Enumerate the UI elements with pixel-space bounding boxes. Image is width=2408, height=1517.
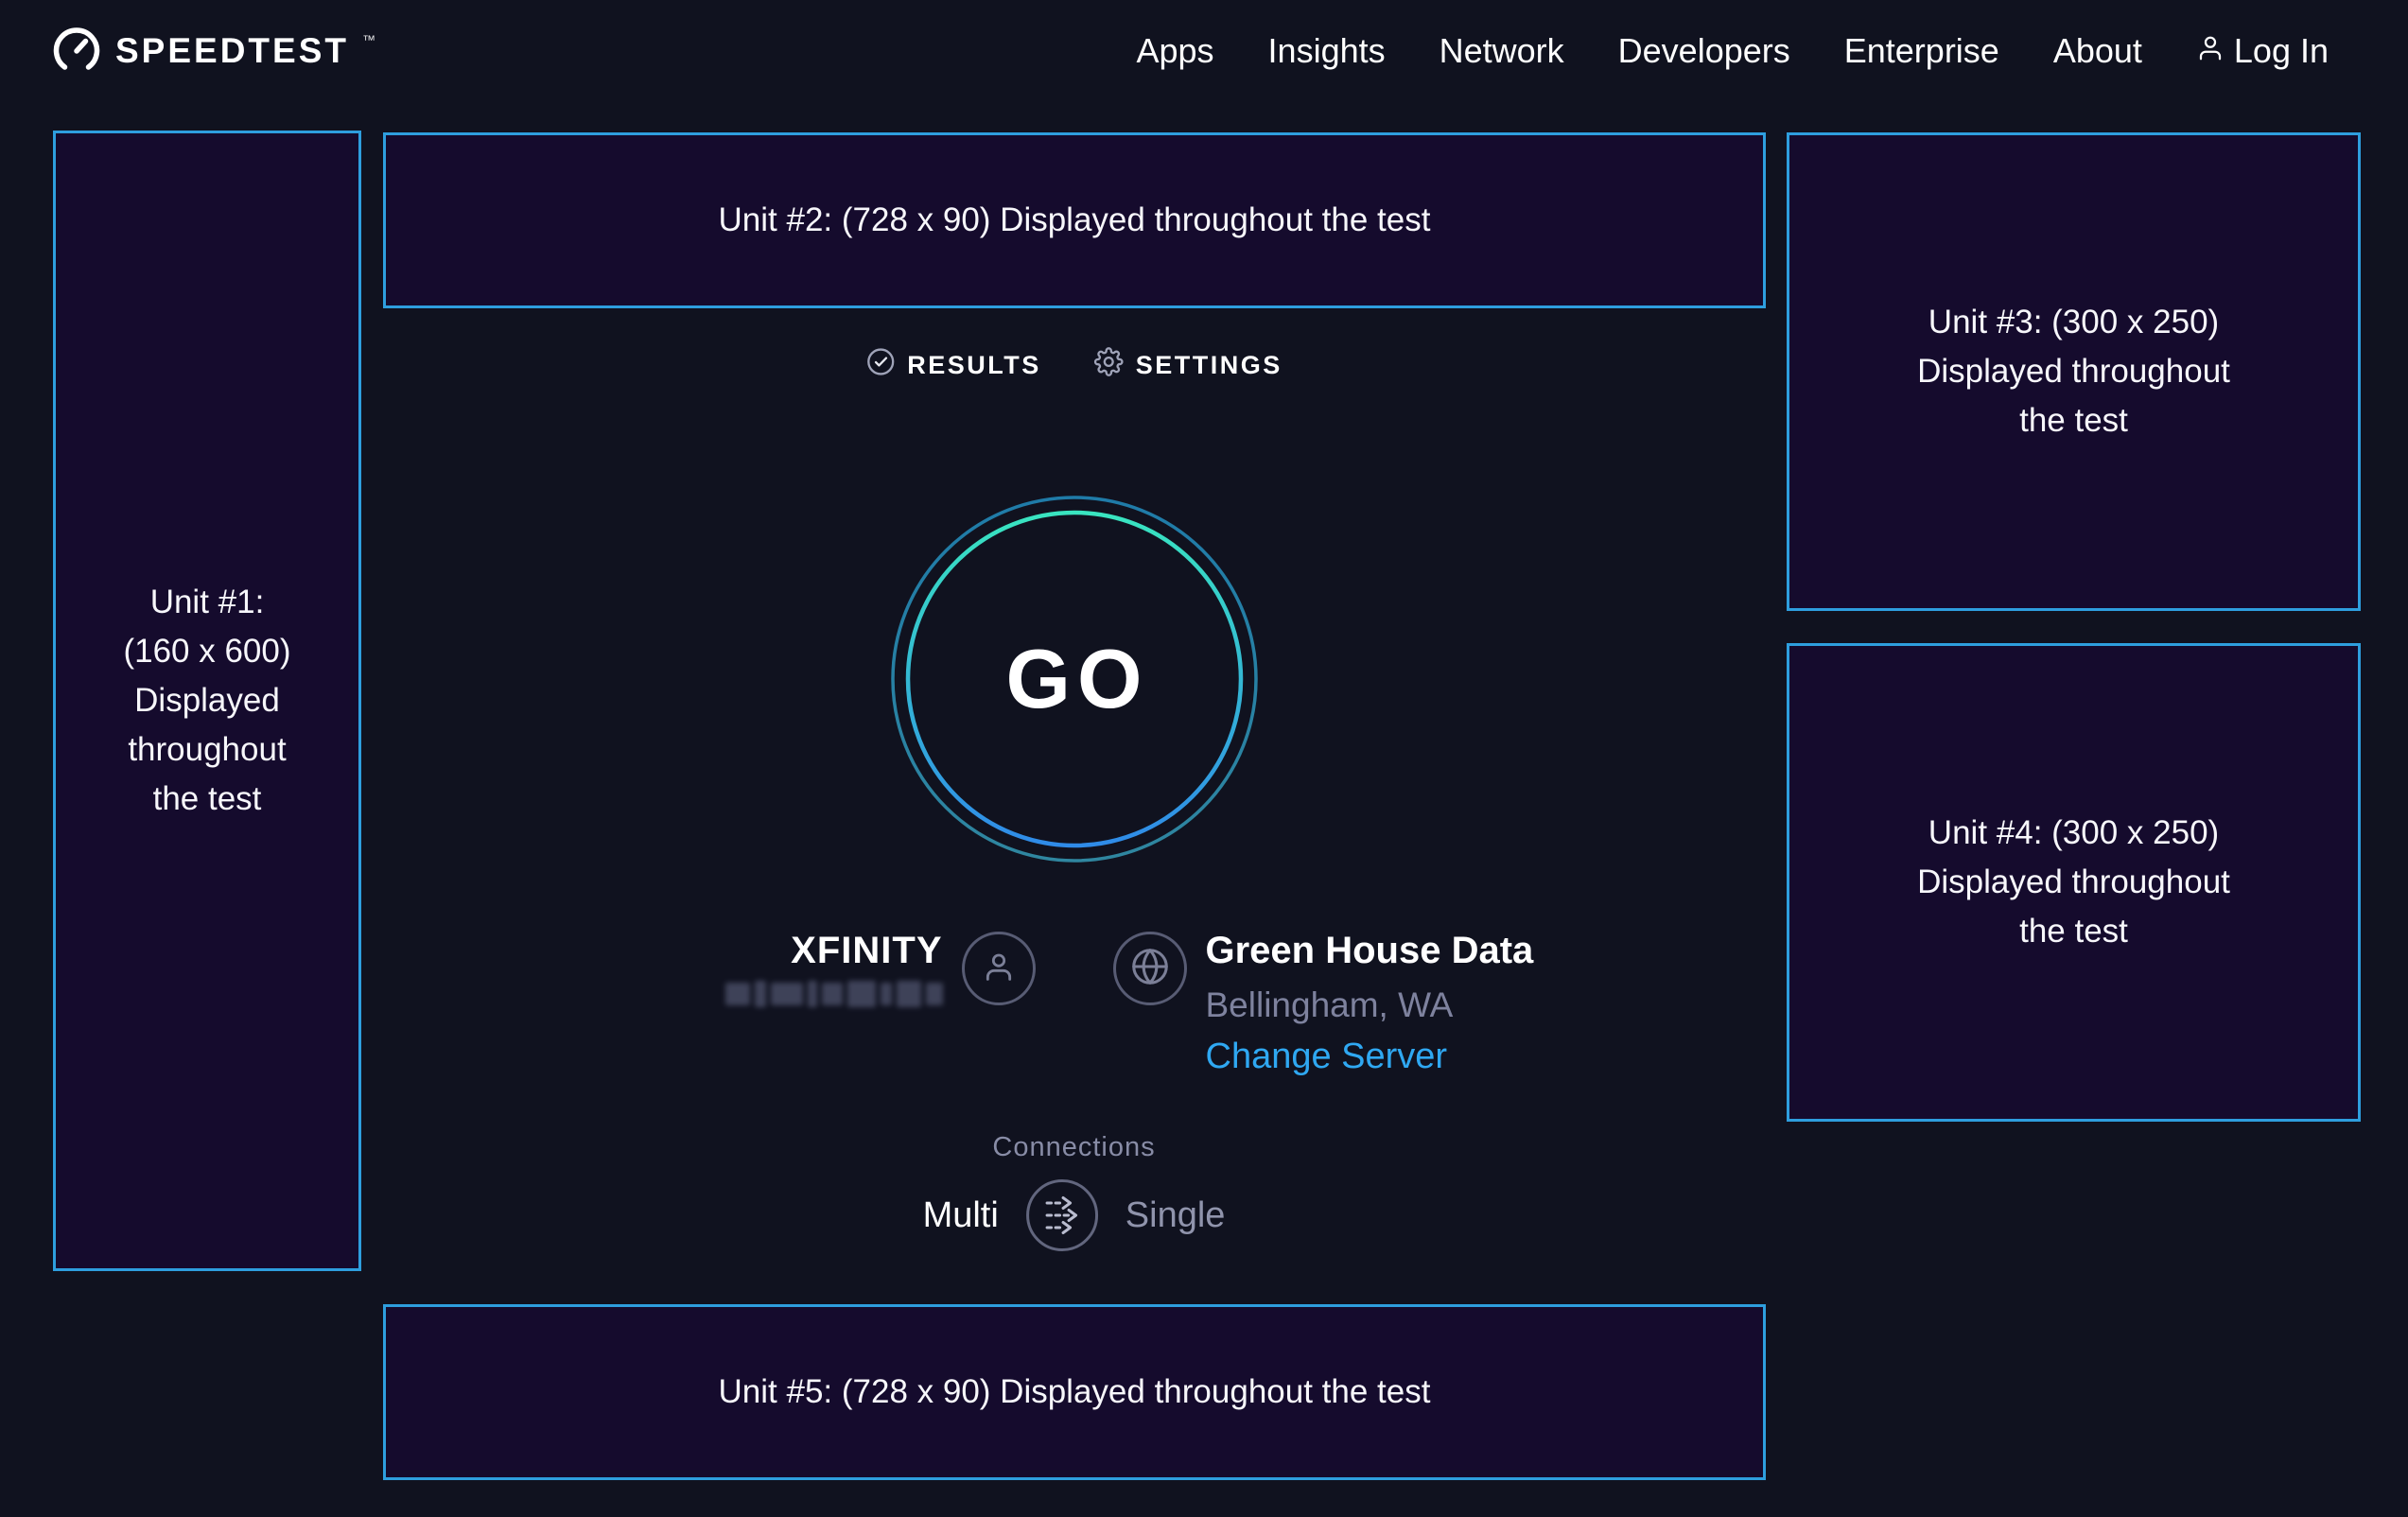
- ad-unit-4-rectangle[interactable]: Unit #4: (300 x 250) Displayed throughou…: [1787, 643, 2361, 1122]
- nav-item-about[interactable]: About: [2053, 31, 2142, 71]
- server-block: Green House Data Bellingham, WA Change S…: [1206, 932, 1546, 1077]
- server-name: Green House Data: [1206, 930, 1546, 971]
- ad-unit-1-text: Unit #1: (160 x 600) Displayed throughou…: [123, 578, 290, 824]
- server-location: Bellingham, WA: [1206, 985, 1546, 1026]
- connections-single-option[interactable]: Single: [1120, 1194, 1231, 1237]
- gear-icon: [1094, 347, 1124, 383]
- results-settings-tabs: RESULTS SETTINGS: [860, 346, 1288, 384]
- go-button[interactable]: GO: [891, 496, 1258, 863]
- isp-name: XFINITY: [602, 930, 943, 971]
- server-badge: [1113, 932, 1187, 1005]
- isp-block: XFINITY: [602, 932, 943, 1007]
- user-icon: [2196, 31, 2225, 71]
- connections-label: Connections: [992, 1131, 1155, 1163]
- isp-badge: [962, 932, 1036, 1005]
- ad-unit-3-rectangle[interactable]: Unit #3: (300 x 250) Displayed throughou…: [1787, 132, 2361, 611]
- ad-unit-4-text: Unit #4: (300 x 250) Displayed throughou…: [1917, 809, 2230, 956]
- change-server-link[interactable]: Change Server: [1206, 1036, 1448, 1077]
- tab-settings[interactable]: SETTINGS: [1089, 346, 1288, 384]
- login-button[interactable]: Log In: [2196, 31, 2329, 71]
- ad-unit-1-skyscraper[interactable]: Unit #1: (160 x 600) Displayed throughou…: [53, 131, 361, 1271]
- speedtest-logo[interactable]: SPEEDTEST™: [53, 26, 377, 78]
- connections-toggle-icon[interactable]: [1025, 1178, 1099, 1252]
- go-button-label: GO: [891, 496, 1258, 863]
- ad-unit-3-text: Unit #3: (300 x 250) Displayed throughou…: [1917, 298, 2230, 445]
- tab-results-label: RESULTS: [907, 351, 1041, 380]
- login-label: Log In: [2234, 31, 2329, 71]
- check-circle-icon: [865, 347, 895, 383]
- multi-arrows-icon: [1025, 1178, 1099, 1252]
- connections-toggle-row: Multi Single: [917, 1178, 1231, 1252]
- tab-results[interactable]: RESULTS: [860, 346, 1047, 384]
- speedtest-main: RESULTS SETTINGS: [361, 0, 1787, 1517]
- speedometer-logo-icon: [53, 26, 100, 78]
- nav-item-enterprise[interactable]: Enterprise: [1844, 31, 1999, 71]
- user-icon: [980, 948, 1018, 990]
- connection-info-row: XFINITY: [602, 932, 1546, 1077]
- globe-icon: [1128, 945, 1172, 993]
- tab-settings-label: SETTINGS: [1136, 351, 1283, 380]
- logo-wordmark: SPEEDTEST: [115, 31, 349, 71]
- speedtest-page: { "nav": { "logo_text": "SPEEDTEST", "lo…: [0, 0, 2408, 1517]
- connections-multi-option[interactable]: Multi: [917, 1194, 1004, 1237]
- redacted-ip-address: [602, 981, 943, 1007]
